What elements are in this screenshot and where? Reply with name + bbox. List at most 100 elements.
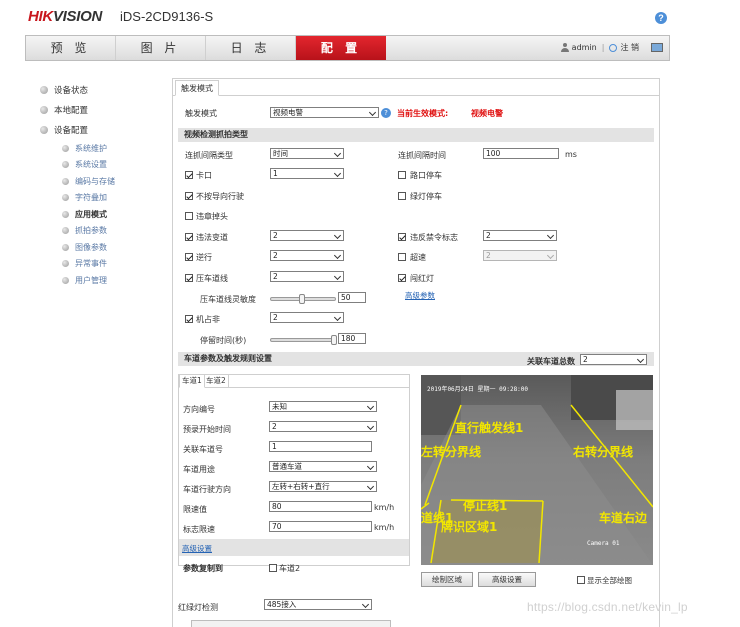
hikvision-logo: HIKVISION (28, 8, 102, 25)
overlay-plate-region: 牌识区域1 (441, 520, 498, 534)
sidebar-group-label: 本地配置 (54, 106, 89, 116)
prohibition-sign-label: 违反禁令标志 (410, 233, 458, 242)
sidebar-item-system[interactable]: 系统设置 (40, 157, 170, 174)
checkbox-illegal-uturn[interactable] (185, 212, 193, 220)
direction-select[interactable]: 未知 (269, 401, 377, 412)
tab-lane-2[interactable]: 车道2 (204, 375, 229, 388)
lane-total-select[interactable]: 2 (580, 354, 647, 365)
lane-advanced-link[interactable]: 高级设置 (182, 543, 212, 554)
tab-lane-1[interactable]: 车道1 (179, 374, 205, 388)
help-icon[interactable]: ? (381, 108, 391, 118)
checkpoint-select[interactable]: 1 (270, 168, 344, 179)
sidebar-item-osd[interactable]: 字符叠加 (40, 190, 170, 207)
checkbox-copy-lane2[interactable] (269, 564, 277, 572)
logout-icon[interactable] (609, 43, 618, 52)
sidebar-group-device[interactable]: 设备配置 (40, 120, 170, 140)
slider-handle[interactable] (299, 294, 305, 304)
camera-scene (421, 375, 653, 565)
logo-text-hik: HIK (28, 8, 53, 25)
bullet-icon (62, 243, 69, 251)
user-area: admin | 注 销 (560, 42, 639, 53)
interval-type-select[interactable]: 时间 (270, 148, 344, 159)
bullet-icon (62, 177, 69, 185)
advanced-params-link[interactable]: 高级参数 (405, 290, 435, 301)
sidebar-item-capture[interactable]: 抓拍参数 (40, 223, 170, 240)
checkbox-prohibition-sign[interactable] (398, 233, 406, 241)
checkbox-green-stop[interactable] (398, 192, 406, 200)
sidebar-group-label: 设备状态 (54, 86, 89, 96)
checkbox-overspeed[interactable] (398, 253, 406, 261)
bullet-icon (62, 260, 69, 268)
checkbox-checkpoint[interactable] (185, 171, 193, 179)
camera-preview[interactable]: 2019年06月24日 星期一 09:28:00 Camera 01 直行触发线… (421, 375, 653, 565)
sidebar-item-app-mode[interactable]: 应用模式 (40, 206, 170, 223)
sidebar-group-local[interactable]: 本地配置 (40, 100, 170, 120)
logo-text-vision: VISION (52, 8, 102, 25)
top-nav: 预 览 图 片 日 志 配 置 admin | 注 销 (25, 35, 670, 61)
camera-osd-name: Camera 01 (587, 540, 620, 547)
checkbox-wrong-direction[interactable] (185, 192, 193, 200)
speed-limit-input[interactable]: 80 (269, 501, 372, 512)
checkbox-occupy[interactable] (185, 315, 193, 323)
assoc-lane-input[interactable]: 1 (269, 441, 372, 452)
sidebar-item-users[interactable]: 用户管理 (40, 272, 170, 289)
checkbox-illegal-lane-change[interactable] (185, 233, 193, 241)
checkbox-intersection-stop[interactable] (398, 171, 406, 179)
occupy-select[interactable]: 2 (270, 312, 344, 323)
bright-area (616, 390, 653, 430)
direction-label: 方向编号 (183, 405, 215, 414)
sensitivity-input[interactable]: 50 (338, 292, 366, 303)
illegal-lane-change-label: 违法变道 (196, 233, 228, 242)
sidebar-group-status[interactable]: 设备状态 (40, 80, 170, 100)
checkbox-red-light[interactable] (398, 274, 406, 282)
green-stop-label: 绿灯停车 (410, 192, 442, 201)
checkbox-press-line[interactable] (185, 274, 193, 282)
lane-usage-select[interactable]: 普通车道 (269, 461, 377, 472)
illegal-uturn-label: 违章掉头 (196, 212, 228, 221)
record-time-select[interactable]: 2 (269, 421, 377, 432)
copy-params-label: 参数复制到 (183, 564, 223, 573)
logout-link[interactable]: 注 销 (620, 42, 639, 53)
drive-direction-select[interactable]: 左转+右转+直行 (269, 481, 377, 492)
advanced-settings-button[interactable]: 高级设置 (478, 572, 536, 587)
red-light-detect-select[interactable]: 485接入 (264, 599, 372, 610)
tab-preview[interactable]: 预 览 (26, 36, 116, 60)
overspeed-label: 超速 (410, 253, 426, 262)
username: admin (571, 43, 597, 52)
sidebar-item-label: 应用模式 (75, 209, 107, 219)
trigger-mode-select[interactable]: 视频电警 (270, 107, 379, 118)
sidebar-item-encoding[interactable]: 编码与存储 (40, 173, 170, 190)
overspeed-select[interactable]: 2 (483, 250, 557, 261)
current-mode-label: 当前生效模式: (397, 109, 449, 118)
lane-settings-panel: 车道1 车道2 方向编号 未知 预录开始时间 2 关联车道号 1 车道用途 普通… (178, 374, 410, 573)
tab-log[interactable]: 日 志 (206, 36, 296, 60)
sign-speed-input[interactable]: 70 (269, 521, 372, 532)
sidebar-item-label: 系统维护 (75, 143, 107, 153)
sensitivity-slider[interactable] (270, 294, 336, 304)
stay-time-slider[interactable] (270, 335, 337, 345)
speed-limit-label: 限速值 (183, 505, 207, 514)
retrograde-label: 逆行 (196, 253, 212, 262)
monitor-icon[interactable] (651, 43, 663, 52)
prohibition-sign-select[interactable]: 2 (483, 230, 557, 241)
checkbox-show-all[interactable] (577, 576, 585, 584)
stay-time-input[interactable]: 180 (338, 333, 366, 344)
interval-time-input[interactable]: 100 (483, 148, 559, 159)
tab-trigger-mode[interactable]: 触发模式 (175, 80, 219, 96)
checkbox-retrograde[interactable] (185, 253, 193, 261)
press-line-select[interactable]: 2 (270, 271, 344, 282)
illegal-lane-change-select[interactable]: 2 (270, 230, 344, 241)
slider-handle[interactable] (331, 335, 337, 345)
tab-picture[interactable]: 图 片 (116, 36, 206, 60)
help-icon[interactable]: ? (655, 12, 667, 24)
retrograde-select[interactable]: 2 (270, 250, 344, 261)
speed-unit: km/h (374, 503, 395, 512)
draw-area-button[interactable]: 绘制区域 (421, 572, 473, 587)
sidebar-item-image[interactable]: 图像参数 (40, 239, 170, 256)
main-panel: 触发模式 触发模式 视频电警 ? 当前生效模式: 视频电警 视频检测抓拍类型 连… (172, 78, 660, 627)
sidebar-item-maintenance[interactable]: 系统维护 (40, 140, 170, 157)
sidebar-item-exception[interactable]: 异常事件 (40, 256, 170, 273)
tab-config[interactable]: 配 置 (296, 36, 386, 60)
interval-time-label: 连抓间隔时间 (398, 151, 446, 160)
bullet-icon (62, 194, 69, 202)
